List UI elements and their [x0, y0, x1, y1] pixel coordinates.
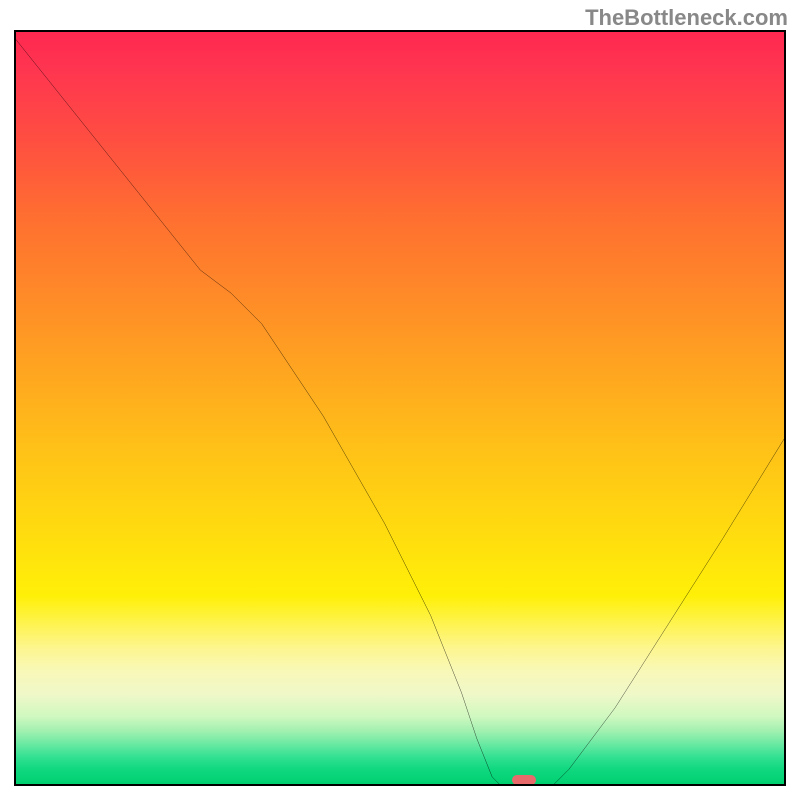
chart-plot-area — [14, 30, 786, 786]
bottleneck-curve — [16, 32, 784, 786]
optimal-point-marker — [512, 775, 536, 785]
watermark-text: TheBottleneck.com — [585, 5, 788, 31]
